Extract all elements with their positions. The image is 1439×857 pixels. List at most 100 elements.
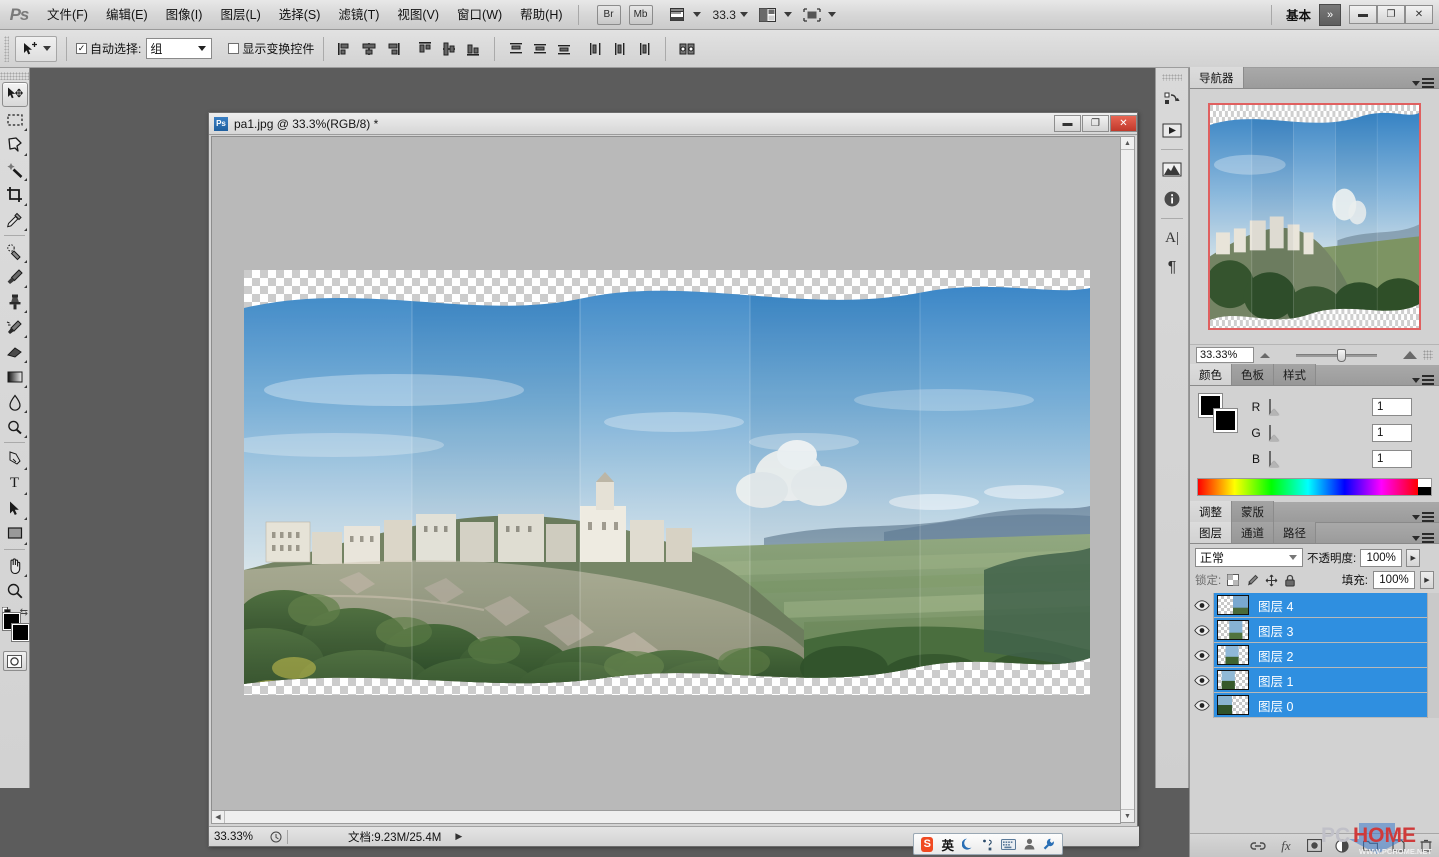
clone-stamp-tool[interactable] [2, 289, 28, 314]
zoom-chevron-down-icon[interactable] [739, 12, 748, 17]
histogram-panel-icon[interactable] [1158, 154, 1186, 184]
color-menu-caret-icon[interactable] [1412, 377, 1420, 383]
menu-window[interactable]: 窗口(W) [448, 0, 511, 30]
navigator-zoom-slider[interactable] [1276, 347, 1397, 363]
opacity-input[interactable]: 100% [1360, 548, 1403, 567]
options-bar-grip[interactable] [4, 35, 9, 62]
dock-grip[interactable] [1162, 74, 1182, 81]
adjustments-menu-caret-icon[interactable] [1412, 514, 1420, 520]
layers-menu-caret-icon[interactable] [1412, 535, 1420, 541]
distribute-vertical-centers-button[interactable] [529, 38, 551, 60]
color-panel-menu-icon[interactable] [1422, 375, 1434, 385]
red-slider-thumb[interactable] [1269, 409, 1279, 415]
layer-name[interactable]: 图层 4 [1252, 596, 1293, 615]
view-extras-icon[interactable] [665, 4, 689, 26]
menu-layer[interactable]: 图层(L) [211, 0, 269, 30]
move-tool[interactable] [1, 82, 28, 107]
layer-visibility-toggle[interactable] [1190, 617, 1214, 643]
align-left-edges-button[interactable] [334, 38, 356, 60]
tab-navigator[interactable]: 导航器 [1190, 67, 1244, 88]
horizontal-type-tool[interactable]: T [2, 471, 28, 496]
align-top-edges-button[interactable] [414, 38, 436, 60]
menu-select[interactable]: 选择(S) [270, 0, 330, 30]
layer-visibility-toggle[interactable] [1190, 592, 1214, 618]
layers-scrollbar[interactable] [1427, 593, 1439, 718]
green-value-input[interactable]: 1 [1372, 424, 1412, 442]
menu-edit[interactable]: 编辑(E) [97, 0, 157, 30]
soft-keyboard-icon[interactable] [1001, 838, 1016, 850]
document-title-bar[interactable]: Ps pa1.jpg @ 33.3%(RGB/8) * ▬ ❐ ✕ [209, 113, 1137, 135]
menu-help[interactable]: 帮助(H) [511, 0, 571, 30]
opacity-stepper[interactable]: ▶ [1406, 548, 1421, 567]
table-row[interactable]: 图层 2 [1190, 642, 1439, 668]
new-fill-adjustment-layer-button[interactable] [1334, 838, 1350, 854]
document-restore-button[interactable]: ❐ [1082, 115, 1109, 132]
auto-align-layers-button[interactable] [676, 38, 698, 60]
zoom-level-value[interactable]: 33.3 [713, 8, 736, 22]
rectangle-shape-tool[interactable] [2, 521, 28, 546]
distribute-right-edges-button[interactable] [633, 38, 655, 60]
moon-icon[interactable] [962, 838, 974, 851]
tab-styles[interactable]: 样式 [1274, 364, 1316, 385]
spectrum-white-black[interactable] [1418, 479, 1431, 495]
layer-thumbnail-cell[interactable] [1214, 670, 1252, 690]
character-panel-icon[interactable]: A | [1158, 223, 1186, 253]
rectangular-marquee-tool[interactable] [2, 107, 28, 132]
screen-mode-icon[interactable] [756, 4, 780, 26]
color-spectrum-ramp[interactable] [1197, 478, 1432, 496]
window-restore-button[interactable]: ❐ [1377, 5, 1405, 24]
layer-name[interactable]: 图层 2 [1252, 646, 1293, 665]
tab-channels[interactable]: 通道 [1232, 522, 1274, 543]
tab-layers[interactable]: 图层 [1190, 522, 1232, 543]
document-close-button[interactable]: ✕ [1110, 115, 1137, 132]
panorama-image[interactable] [244, 270, 1090, 695]
ime-input-mode[interactable]: 英 [941, 835, 954, 854]
hand-tool[interactable] [2, 553, 28, 578]
link-layers-button[interactable] [1250, 838, 1266, 854]
fill-stepper[interactable]: ▶ [1420, 571, 1434, 589]
zoom-in-icon[interactable] [1403, 351, 1417, 359]
magic-wand-tool[interactable] [2, 157, 28, 182]
menu-image[interactable]: 图像(I) [157, 0, 212, 30]
lock-all-icon[interactable] [1283, 573, 1297, 587]
lasso-tool[interactable] [2, 132, 28, 157]
table-row[interactable]: 图层 4 [1190, 592, 1439, 718]
add-layer-style-button[interactable]: fx [1278, 838, 1294, 854]
sogou-ime-toolbar[interactable]: S 英 [913, 833, 1063, 855]
window-close-button[interactable]: ✕ [1405, 5, 1433, 24]
blend-mode-dropdown[interactable]: 正常 [1195, 548, 1303, 567]
adjustments-panel-menu-icon[interactable] [1422, 512, 1434, 522]
lock-position-icon[interactable] [1264, 573, 1278, 587]
tool-preset-picker[interactable] [15, 35, 57, 62]
punctuation-icon[interactable] [982, 838, 993, 851]
zoom-out-icon[interactable] [1260, 352, 1270, 358]
spectrum-gradient[interactable] [1198, 479, 1418, 495]
lock-transparent-pixels-icon[interactable] [1226, 573, 1240, 587]
layer-name[interactable]: 图层 1 [1252, 671, 1293, 690]
user-icon[interactable] [1024, 838, 1035, 850]
layer-thumbnail-cell[interactable] [1214, 695, 1252, 715]
image-canvas[interactable] [211, 136, 1121, 823]
auto-select-checkbox[interactable]: ✓ [76, 43, 87, 54]
table-row[interactable]: 图层 0 [1190, 692, 1439, 718]
crop-tool[interactable] [2, 182, 28, 207]
window-minimize-button[interactable]: ▬ [1349, 5, 1377, 24]
view-extras-chevron-down-icon[interactable] [692, 12, 701, 17]
align-horizontal-centers-button[interactable] [358, 38, 380, 60]
background-color-swatch[interactable] [12, 624, 29, 641]
fill-input[interactable]: 100% [1373, 571, 1415, 589]
launch-mini-bridge-button[interactable]: Mb [628, 4, 653, 25]
auto-select-scope-dropdown[interactable]: 组 [146, 38, 213, 59]
zoom-slider-thumb[interactable] [1336, 348, 1346, 362]
navigator-preview[interactable] [1190, 89, 1439, 344]
zoom-tool[interactable] [2, 578, 28, 603]
layer-thumbnail-cell[interactable] [1214, 645, 1252, 665]
history-panel-icon[interactable] [1158, 85, 1186, 115]
new-group-button[interactable] [1362, 838, 1378, 854]
swap-colors-icon[interactable]: ⇆ [20, 607, 28, 618]
red-value-input[interactable]: 1 [1372, 398, 1412, 416]
layer-visibility-toggle[interactable] [1190, 642, 1214, 668]
table-row[interactable]: 图层 1 [1190, 667, 1439, 693]
blue-slider-thumb[interactable] [1269, 461, 1279, 467]
spot-healing-brush-tool[interactable] [2, 239, 28, 264]
